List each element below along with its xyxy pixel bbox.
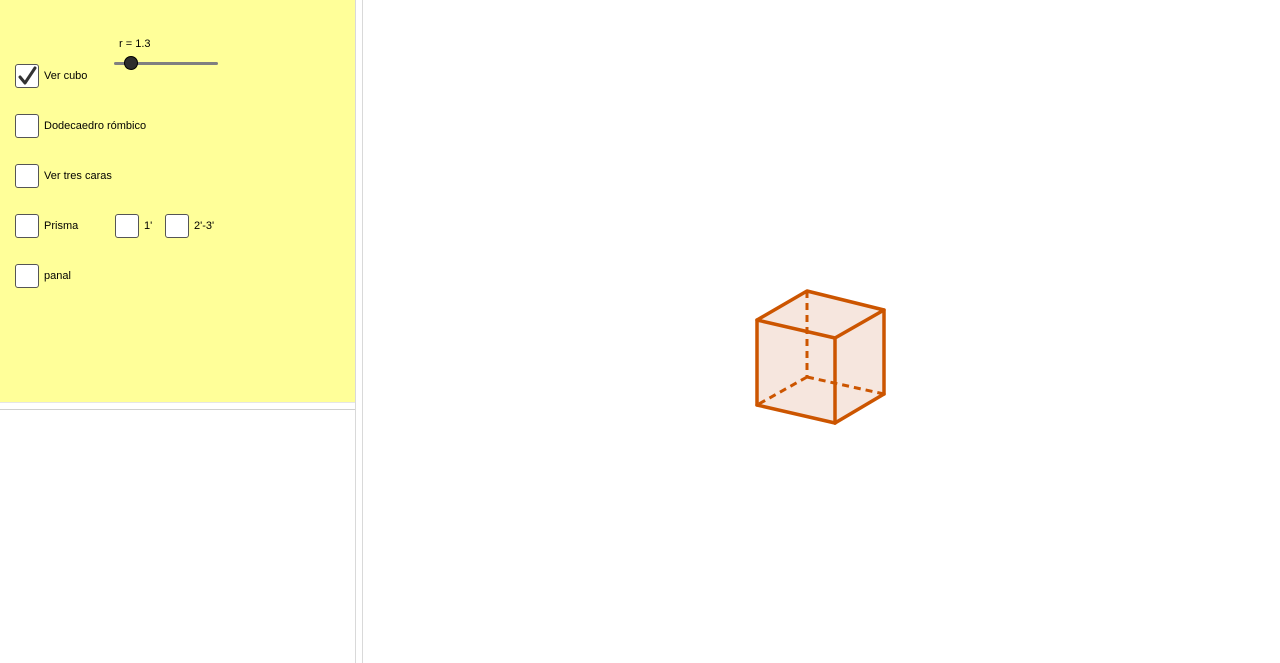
panal-checkbox[interactable]	[15, 264, 39, 288]
checkmark-icon	[18, 66, 37, 85]
controls-panel: r = 1.3 Ver cubo Dodecaedro rómbico Ver …	[0, 0, 355, 402]
dodecaedro-row: Dodecaedro rómbico	[15, 114, 146, 138]
panal-row: panal	[15, 264, 71, 288]
ver-cubo-checkbox[interactable]	[15, 64, 39, 88]
panel-divider-lower	[0, 409, 355, 410]
app-window: r = 1.3 Ver cubo Dodecaedro rómbico Ver …	[0, 0, 1280, 663]
panel-divider	[0, 402, 355, 403]
dodecaedro-checkbox[interactable]	[15, 114, 39, 138]
algebra-panel: r = 1.3 Ver cubo Dodecaedro rómbico Ver …	[0, 0, 355, 663]
one-prime-checkbox[interactable]	[115, 214, 139, 238]
one-prime-label: 1'	[144, 220, 153, 232]
tres-caras-checkbox[interactable]	[15, 164, 39, 188]
ver-cubo-label: Ver cubo	[44, 70, 88, 82]
two-three-prime-checkbox[interactable]	[165, 214, 189, 238]
two-three-prime-row: 2'-3'	[165, 214, 214, 238]
cube-drawing	[755, 289, 886, 425]
two-three-prime-label: 2'-3'	[194, 220, 215, 232]
graphics-3d-view[interactable]	[363, 0, 1280, 663]
one-prime-row: 1'	[115, 214, 152, 238]
slider-thumb[interactable]	[123, 56, 138, 70]
view-splitter[interactable]	[355, 0, 363, 663]
tres-caras-row: Ver tres caras	[15, 164, 112, 188]
tres-caras-label: Ver tres caras	[44, 170, 112, 182]
ver-cubo-row: Ver cubo	[15, 64, 87, 88]
prisma-row: Prisma	[15, 214, 78, 238]
slider-label: r = 1.3	[119, 38, 151, 50]
panal-label: panal	[44, 270, 71, 282]
prisma-label: Prisma	[44, 220, 79, 232]
prisma-checkbox[interactable]	[15, 214, 39, 238]
dodecaedro-label: Dodecaedro rómbico	[44, 120, 147, 132]
